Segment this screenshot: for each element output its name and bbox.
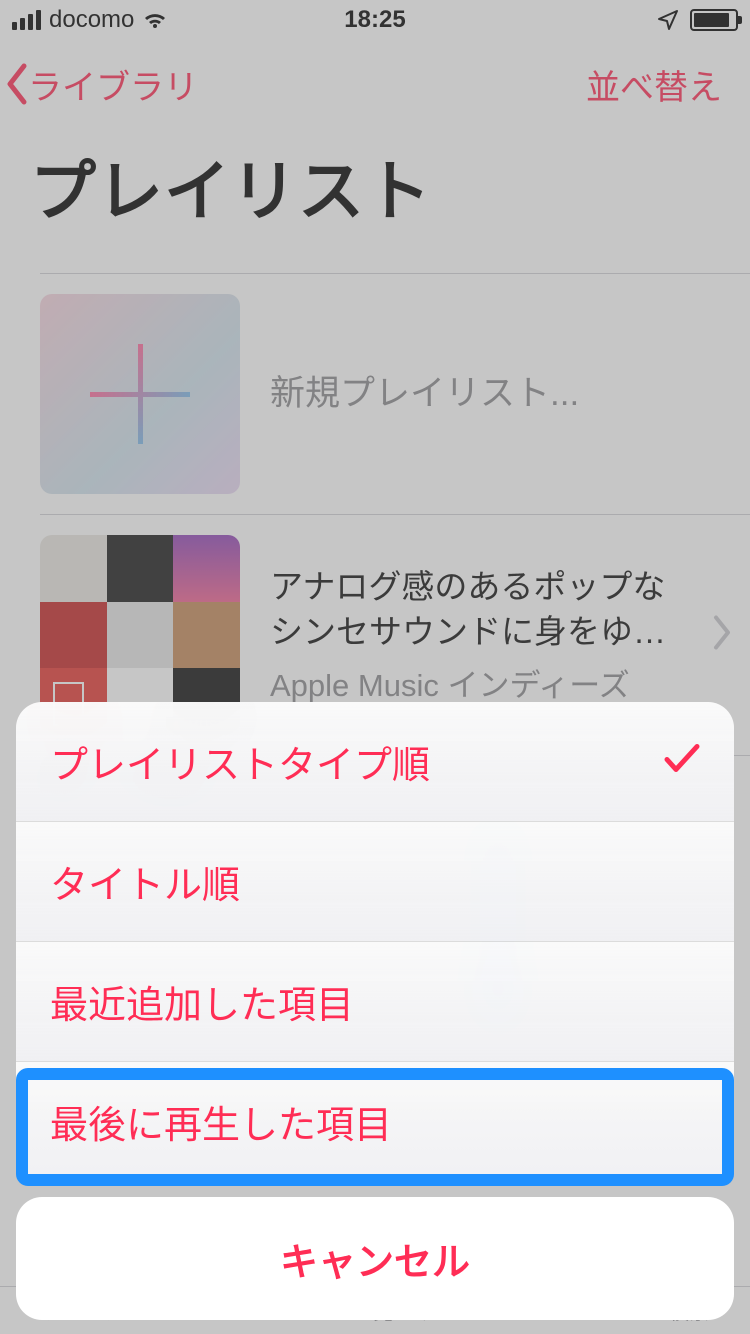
option-label: タイトル順 xyxy=(50,865,240,907)
action-sheet: プレイリストタイプ順 タイトル順 最近追加した項目 最後に再生した項目 キャンセ… xyxy=(16,702,734,1320)
sort-option-recently-played[interactable]: 最後に再生した項目 xyxy=(16,1062,734,1181)
sort-option-recently-added[interactable]: 最近追加した項目 xyxy=(16,942,734,1062)
sort-option-title[interactable]: タイトル順 xyxy=(16,822,734,942)
sort-option-playlist-type[interactable]: プレイリストタイプ順 xyxy=(16,702,734,822)
option-label: 最後に再生した項目 xyxy=(50,1105,392,1147)
option-label: 最近追加した項目 xyxy=(50,985,354,1027)
cancel-button[interactable]: キャンセル xyxy=(16,1197,734,1320)
option-label: プレイリストタイプ順 xyxy=(50,745,430,787)
checkmark-icon xyxy=(664,740,700,783)
